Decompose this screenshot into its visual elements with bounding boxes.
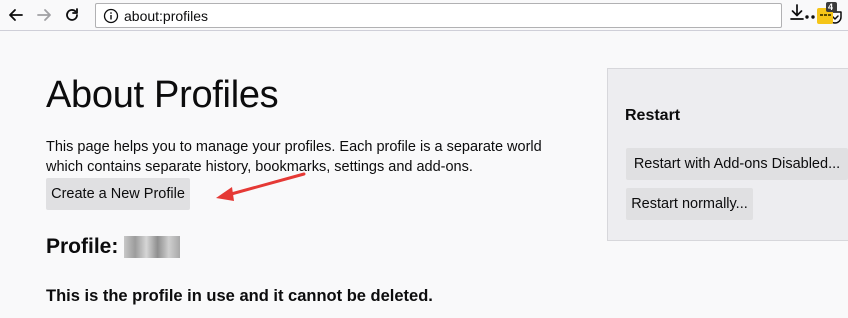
- forward-arrow-icon: [37, 9, 51, 21]
- reload-icon: [66, 8, 78, 21]
- extension-button[interactable]: 4: [816, 2, 838, 31]
- back-arrow-icon: [9, 9, 23, 21]
- download-icon: [790, 4, 804, 20]
- extension-icon: [817, 2, 837, 24]
- restart-title: Restart: [625, 107, 681, 124]
- profile-name-redacted: [124, 236, 181, 258]
- url-text[interactable]: about:profiles: [124, 8, 208, 24]
- create-profile-button[interactable]: Create a New Profile: [46, 178, 190, 210]
- restart-addons-disabled-button[interactable]: Restart with Add-ons Disabled...: [626, 148, 848, 180]
- reload-button[interactable]: [60, 3, 84, 27]
- back-button[interactable]: [4, 3, 28, 27]
- annotation-arrow: [216, 172, 306, 201]
- info-icon[interactable]: [103, 8, 119, 24]
- page-description: This page helps you to manage your profi…: [46, 139, 542, 175]
- extension-badge: 4: [828, 2, 834, 12]
- profile-heading-label: Profile:: [46, 235, 119, 258]
- profile-in-use-note: This is the profile in use and it cannot…: [46, 287, 433, 305]
- page-title: About Profiles: [46, 74, 279, 116]
- url-bar[interactable]: about:profiles: [95, 3, 842, 28]
- browser-toolbar: about:profiles 4: [0, 0, 848, 31]
- restart-panel: Restart Restart with Add-ons Disabled...…: [607, 68, 848, 241]
- restart-normally-button[interactable]: Restart normally...: [626, 188, 753, 220]
- forward-button[interactable]: [32, 3, 56, 27]
- downloads-button[interactable]: [789, 4, 805, 27]
- profile-heading: Profile:: [46, 235, 181, 259]
